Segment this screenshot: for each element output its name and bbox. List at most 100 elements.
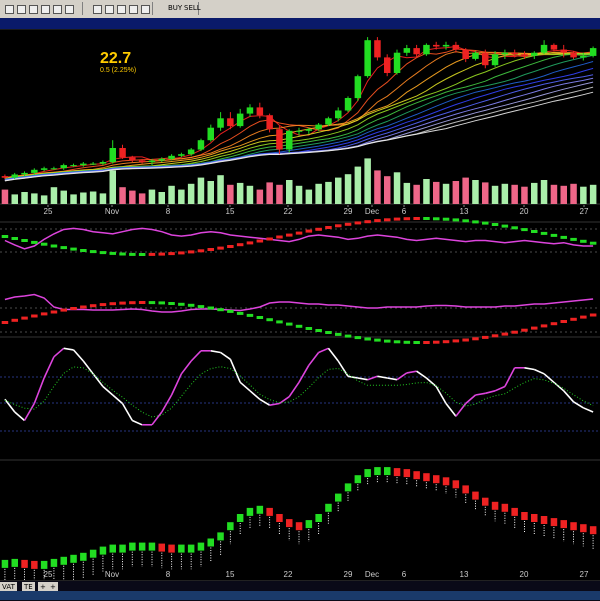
lower-candle	[148, 542, 156, 551]
volume-bar	[452, 181, 460, 204]
lower-candle	[158, 543, 165, 552]
candle-body	[70, 165, 77, 167]
lower-candle	[70, 554, 77, 563]
magnet-icon[interactable]	[116, 2, 127, 14]
histogram-dash	[168, 302, 175, 305]
histogram-dash	[21, 316, 28, 320]
histogram-dash	[276, 235, 283, 239]
histogram-dash	[374, 338, 381, 342]
candle-body	[433, 44, 440, 47]
histogram-dash	[227, 245, 234, 248]
trendline-icon[interactable]	[64, 2, 75, 14]
histogram-dash	[325, 226, 332, 229]
volume-bar	[138, 193, 146, 204]
volume-bar	[89, 191, 97, 204]
histogram-dash	[491, 334, 499, 338]
candle-body	[266, 115, 273, 130]
volume-bar	[197, 177, 205, 204]
lower-candle	[80, 552, 87, 561]
histogram-dash	[197, 305, 205, 309]
x-tick-label: Nov	[105, 207, 119, 216]
candle-body	[462, 49, 469, 59]
lower-candle	[374, 467, 381, 476]
histogram-dash	[374, 219, 381, 223]
volume-bar	[178, 189, 185, 204]
histogram-dash	[99, 303, 107, 307]
x-tick-label: 25	[44, 570, 53, 579]
histogram-dash	[501, 224, 509, 228]
histogram-dash	[305, 327, 313, 330]
undo-icon[interactable]	[28, 2, 39, 14]
volume-bar	[354, 166, 362, 204]
histogram-dash	[452, 218, 460, 222]
volume-bar	[315, 183, 322, 204]
x-tick-label: Dec	[365, 207, 379, 216]
volume-bar	[589, 184, 597, 204]
candle-body	[236, 113, 244, 127]
histogram-dash	[119, 301, 126, 305]
histogram-dash	[433, 217, 440, 221]
sell-icon[interactable]	[140, 2, 151, 14]
lower-candle	[89, 549, 97, 558]
candle-body	[119, 148, 126, 158]
histogram-dash	[550, 322, 558, 326]
volume-bar	[99, 193, 107, 204]
price-change: 0.5 (2.25%)	[100, 67, 136, 74]
lower-candle	[60, 556, 67, 565]
candle-body	[158, 158, 165, 161]
volume-bar	[580, 186, 587, 204]
line-tool-icon[interactable]	[92, 2, 103, 14]
histogram-dash	[570, 317, 577, 321]
lower-candle	[217, 532, 224, 541]
histogram-dash	[138, 301, 146, 304]
candle-body	[138, 160, 146, 163]
candle-body	[295, 130, 303, 132]
histogram-dash	[501, 332, 509, 336]
pencil-icon[interactable]	[16, 2, 27, 14]
candle-body	[344, 98, 352, 111]
histogram-dash	[60, 246, 67, 250]
candle-body	[393, 52, 401, 73]
x-tick-label: 25	[44, 207, 53, 216]
zoom-icon[interactable]	[104, 2, 115, 14]
histogram-dash	[521, 228, 528, 232]
lower-candle	[286, 519, 293, 528]
histogram-dash	[550, 233, 558, 237]
histogram-dash	[246, 313, 254, 317]
grid-icon[interactable]	[4, 2, 15, 14]
lower-candle	[99, 546, 107, 555]
candle-body	[286, 130, 293, 150]
candle-body	[580, 55, 587, 58]
histogram-dash	[423, 341, 430, 344]
lower-candle	[50, 558, 58, 567]
histogram-dash	[99, 251, 107, 255]
histogram-dash	[1, 321, 9, 324]
histogram-dash	[354, 221, 362, 225]
candle-body	[335, 110, 342, 119]
volume-bar	[31, 193, 38, 204]
sell-button[interactable]: SELL	[182, 3, 203, 14]
histogram-dash	[40, 242, 48, 246]
histogram-dash	[89, 304, 97, 308]
histogram-dash	[531, 326, 538, 330]
candle-body	[129, 157, 136, 161]
histogram-dash	[315, 227, 322, 231]
histogram-dash	[364, 220, 371, 224]
lower-candle	[335, 493, 342, 502]
histogram-dash	[178, 251, 185, 255]
histogram-dash	[246, 241, 254, 245]
volume-bar	[511, 184, 518, 204]
histogram-dash	[197, 249, 205, 253]
redo-icon[interactable]	[40, 2, 51, 14]
buy-icon[interactable]	[128, 2, 139, 14]
volume-bar	[246, 185, 254, 204]
candle-body	[217, 118, 224, 128]
lower-candle	[580, 524, 587, 533]
crosshair-icon[interactable]	[52, 2, 63, 14]
candle-body	[40, 168, 48, 170]
lower-candle	[119, 544, 126, 553]
volume-bar	[491, 185, 499, 204]
candle-body	[60, 165, 67, 169]
candle-body	[511, 52, 518, 55]
candle-body	[589, 48, 597, 56]
